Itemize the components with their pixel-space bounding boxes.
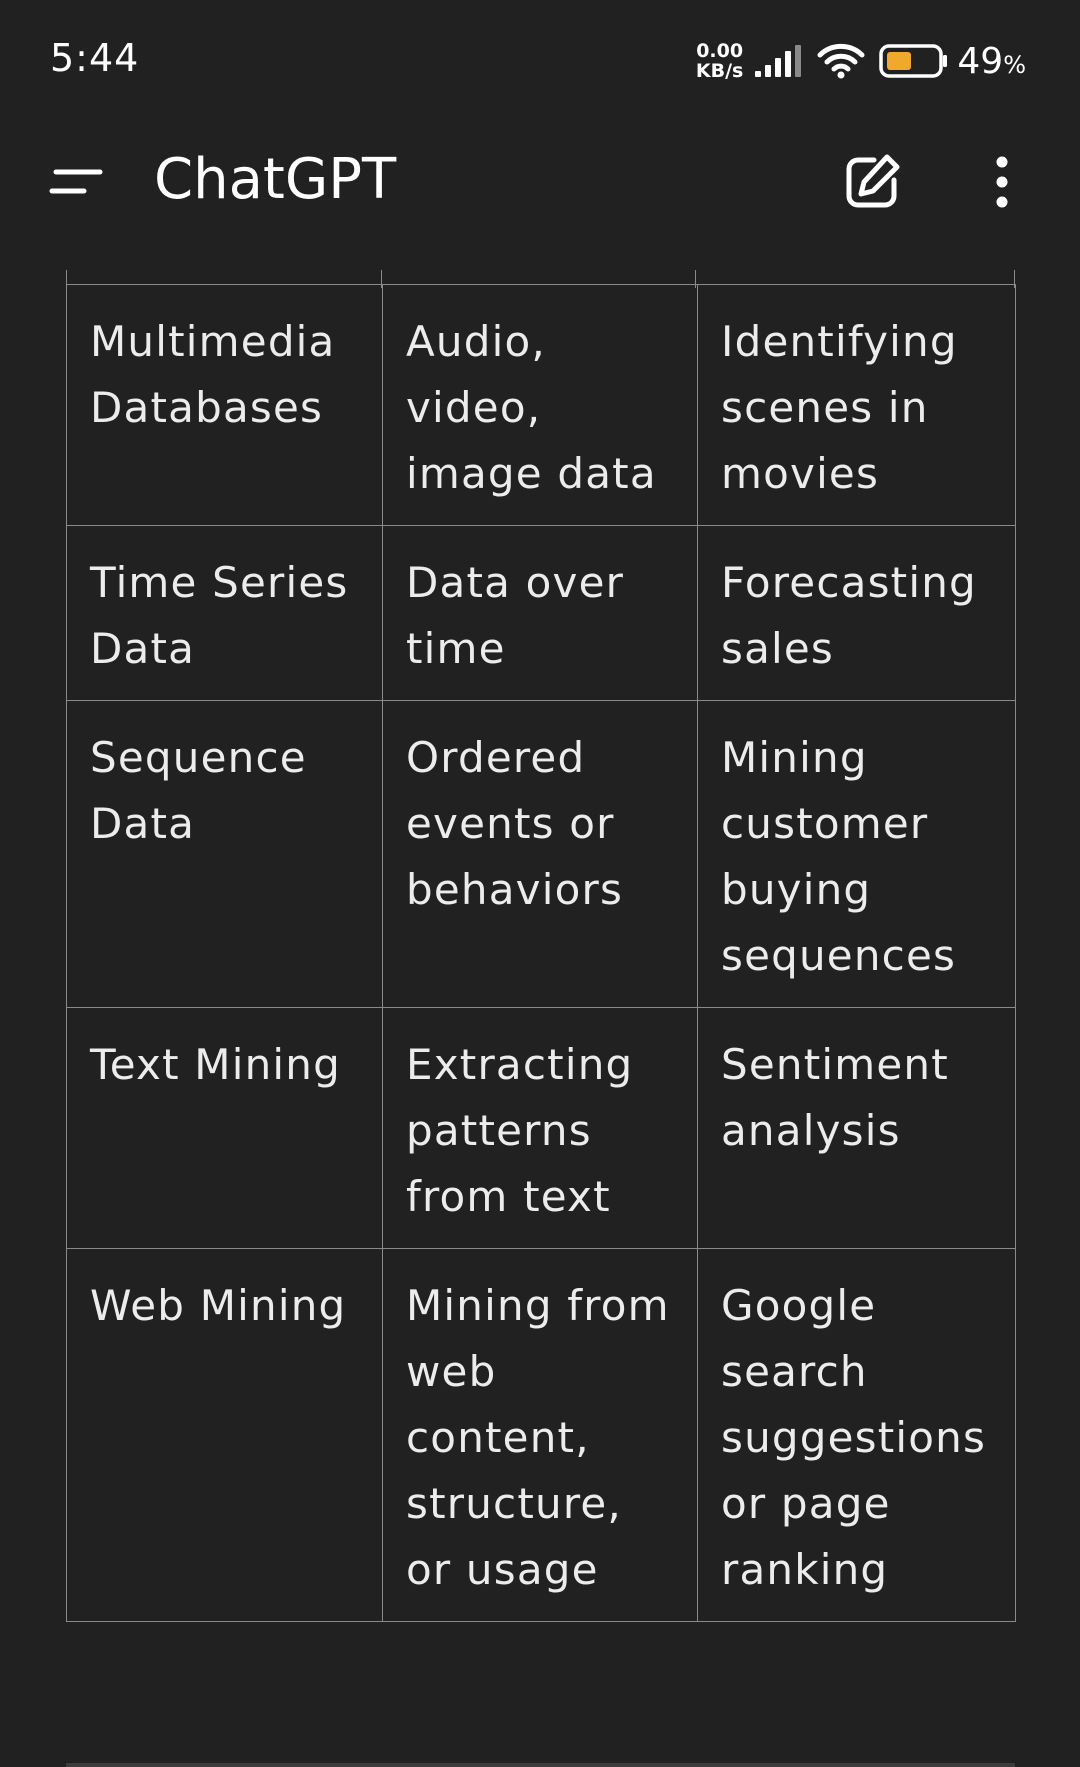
table-cell: Sentiment analysis xyxy=(697,1007,1016,1249)
table-cell: Google search suggestions or page rankin… xyxy=(697,1248,1016,1622)
table-cell: Text Mining xyxy=(66,1007,383,1249)
network-speed-unit: KB/s xyxy=(695,60,744,82)
status-icons: 0.00 KB/s 49% xyxy=(696,36,1026,86)
table-row: Sequence Data Ordered events or behavior… xyxy=(66,700,1016,1008)
table-cell: Data over time xyxy=(382,525,698,701)
battery-icon xyxy=(879,44,948,78)
network-speed-value: 0.00 xyxy=(696,40,744,62)
table-row: Multimedia Databases Audio, video, image… xyxy=(66,284,1016,526)
more-vert-icon[interactable] xyxy=(980,150,1024,214)
table-cell: Mining from web content, structure, or u… xyxy=(382,1248,698,1622)
table-row: Web Mining Mining from web content, stru… xyxy=(66,1248,1016,1622)
table-cell: Time Series Data xyxy=(66,525,383,701)
status-bar: 5:44 0.00 KB/s 49% xyxy=(0,0,1080,120)
status-time: 5:44 xyxy=(50,36,140,80)
chat-content[interactable]: Multimedia Databases Audio, video, image… xyxy=(0,244,1080,1767)
table-cell: Web Mining xyxy=(66,1248,383,1622)
table-cell: Identifying scenes in movies xyxy=(697,284,1016,526)
battery-percent-value: 49 xyxy=(957,40,1004,82)
app-header: ChatGPT xyxy=(0,120,1080,244)
table-cell: Forecasting sales xyxy=(697,525,1016,701)
wifi-icon xyxy=(817,43,865,79)
table-cell: Ordered events or behaviors xyxy=(382,700,698,1008)
battery-percent: 49% xyxy=(957,41,1026,82)
input-area-divider xyxy=(66,1763,1015,1767)
table-cell: Audio, video, image data xyxy=(382,284,698,526)
table-cell: Extracting patterns from text xyxy=(382,1007,698,1249)
table-cell: Sequence Data xyxy=(66,700,383,1008)
menu-icon[interactable] xyxy=(44,158,104,206)
network-speed: 0.00 KB/s xyxy=(696,41,743,81)
table-cell: Multimedia Databases xyxy=(66,284,383,526)
battery-percent-sign: % xyxy=(1003,50,1026,79)
table-row: Time Series Data Data over time Forecast… xyxy=(66,525,1016,701)
table-row: Text Mining Extracting patterns from tex… xyxy=(66,1007,1016,1249)
signal-icon xyxy=(755,45,802,77)
app-title: ChatGPT xyxy=(154,147,397,212)
data-table: Multimedia Databases Audio, video, image… xyxy=(66,284,1016,1622)
table-cell: Mining customer buying sequences xyxy=(697,700,1016,1008)
compose-icon[interactable] xyxy=(840,150,904,214)
